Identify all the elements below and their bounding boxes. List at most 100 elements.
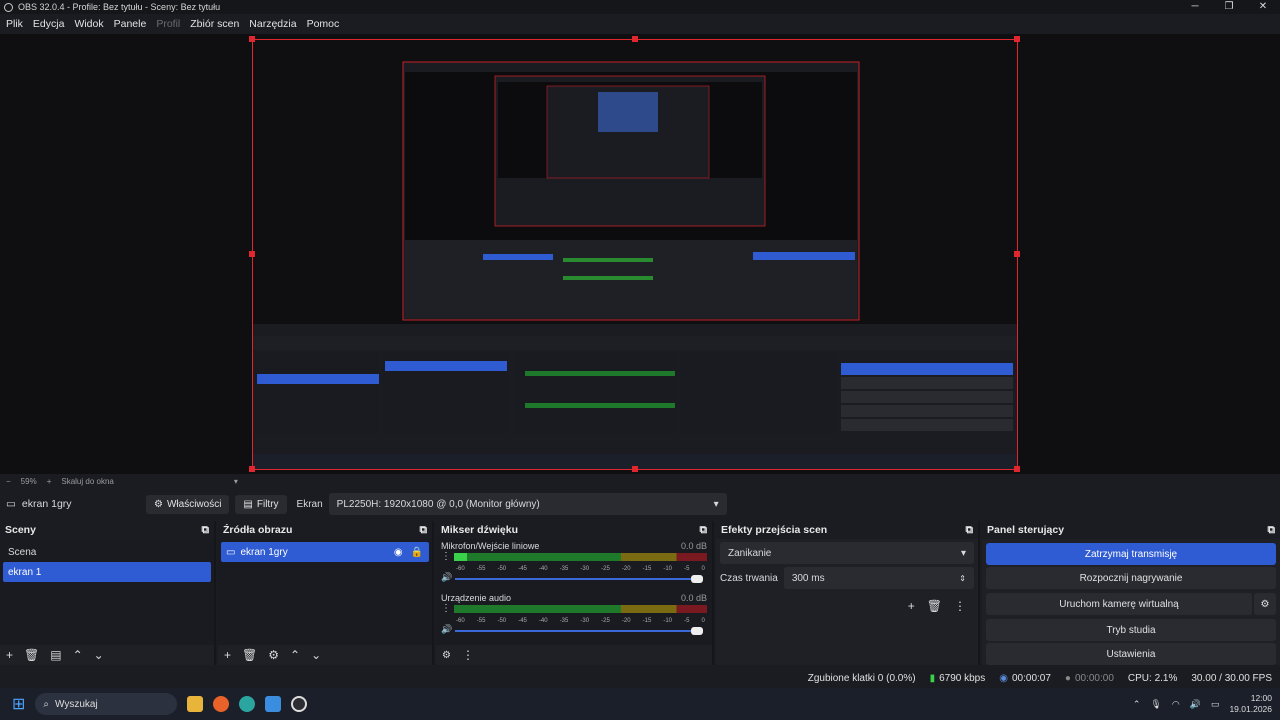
transitions-header: Efekty przejścia scen ⧉ (716, 521, 978, 539)
volume-slider-knob[interactable] (691, 575, 703, 583)
windows-start-icon[interactable]: ⊞ (12, 694, 25, 714)
zoom-in-button[interactable]: + (47, 477, 52, 486)
speaker-icon[interactable]: 🔊 (441, 572, 452, 583)
volume-slider-track (455, 630, 697, 632)
start-virtual-camera-button[interactable]: Uruchom kamerę wirtualną (986, 593, 1252, 615)
speaker-icon[interactable]: 🔊 (1190, 699, 1201, 710)
undock-icon[interactable]: ⧉ (420, 524, 428, 537)
resize-handle-tl[interactable] (249, 36, 255, 42)
lock-icon[interactable]: 🔒 (411, 547, 423, 558)
volume-slider[interactable]: 🔊 (441, 624, 707, 635)
duration-label: Czas trwania (720, 572, 778, 584)
add-icon[interactable]: + (6, 648, 13, 662)
trash-icon[interactable]: 🗑 (24, 648, 39, 662)
source-item[interactable]: ▭ ekran 1gry ◉ 🔒 (221, 542, 429, 562)
scale-to-window-select[interactable]: Skaluj do okna (61, 477, 113, 486)
gear-icon[interactable]: ⚙ (268, 648, 279, 662)
add-icon[interactable]: + (908, 599, 915, 613)
meter-tick-label: -35 (559, 618, 569, 624)
menu-panele[interactable]: Panele (114, 18, 147, 30)
volume-meter-bar (454, 553, 707, 561)
arrow-up-icon[interactable]: ⌃ (290, 648, 300, 662)
resize-handle-left[interactable] (249, 251, 255, 257)
add-icon[interactable]: + (224, 648, 231, 662)
kebab-menu-icon[interactable]: ⋮ (462, 648, 474, 662)
screen-select[interactable]: PL2250H: 1920x1080 @ 0,0 (Monitor główny… (328, 493, 727, 515)
chevron-down-icon[interactable]: ▾ (234, 477, 238, 486)
scenes-toolbar: + 🗑 ▤ ⌃ ⌄ (0, 645, 214, 665)
wifi-icon[interactable]: ◠ (1172, 699, 1180, 710)
filters-label: Filtry (256, 498, 279, 510)
resize-handle-top[interactable] (632, 36, 638, 42)
kebab-menu-icon[interactable]: ⋮ (441, 551, 451, 562)
edge-icon[interactable] (239, 696, 256, 712)
settings-button[interactable]: Ustawienia (986, 643, 1276, 665)
zoom-out-button[interactable]: − (6, 477, 11, 486)
stop-stream-button[interactable]: Zatrzymaj transmisję (986, 543, 1276, 565)
transitions-dock: Efekty przejścia scen ⧉ Zanikanie ▾ Czas… (716, 521, 980, 665)
resize-handle-bl[interactable] (249, 466, 255, 472)
undock-icon[interactable]: ⧉ (700, 524, 708, 537)
meter-tick-label: -10 (663, 618, 673, 624)
properties-button[interactable]: ⚙ Właściwości (146, 494, 230, 514)
arrow-down-icon[interactable]: ⌄ (311, 648, 321, 662)
menu-pomoc[interactable]: Pomoc (307, 18, 340, 30)
undock-icon[interactable]: ⧉ (1268, 524, 1276, 537)
studio-mode-button[interactable]: Tryb studia (986, 619, 1276, 641)
speaker-icon[interactable]: 🔊 (441, 624, 452, 635)
transitions-title: Efekty przejścia scen (721, 524, 828, 536)
kebab-menu-icon[interactable]: ⋮ (954, 599, 966, 613)
arrow-down-icon[interactable]: ⌄ (94, 648, 104, 662)
microphone-icon[interactable]: 🎙 (1150, 699, 1161, 710)
scene-item-selected[interactable]: ekran 1 (3, 562, 211, 582)
minimize-button[interactable]: ─ (1178, 0, 1212, 14)
scene-item[interactable]: Scena (3, 542, 211, 562)
filters-button[interactable]: ▤ Filtry (235, 494, 287, 514)
channel-db: 0.0 dB (680, 593, 707, 603)
controls-dock: Panel sterujący ⧉ Zatrzymaj transmisję R… (982, 521, 1280, 665)
meter-tick-label: -35 (559, 566, 569, 572)
clock[interactable]: 12:00 19.01.2026 (1229, 693, 1272, 715)
firefox-icon[interactable] (213, 696, 230, 712)
trash-icon[interactable]: 🗑 (927, 599, 942, 613)
chevron-up-icon[interactable]: ⌃ (1133, 699, 1141, 710)
menu-narzedzia[interactable]: Narzędzia (249, 18, 296, 30)
chevron-down-icon: ▾ (713, 498, 719, 510)
transition-type-select[interactable]: Zanikanie ▾ (720, 542, 974, 564)
start-recording-button[interactable]: Rozpocznij nagrywanie (986, 567, 1276, 589)
menu-zbior-scen[interactable]: Zbiór scen (190, 18, 239, 30)
advanced-audio-icon[interactable]: ⚙ (442, 650, 451, 661)
meter-tick-label: -5 (684, 566, 690, 572)
trash-icon[interactable]: 🗑 (242, 648, 257, 662)
menu-plik[interactable]: Plik (6, 18, 23, 30)
duration-spinbox[interactable]: 300 ms ⇕ (783, 567, 974, 589)
menu-widok[interactable]: Widok (74, 18, 103, 30)
kebab-menu-icon[interactable]: ⋮ (441, 603, 451, 614)
spin-arrows-icon[interactable]: ⇕ (959, 574, 966, 583)
menu-profil[interactable]: Profil (156, 18, 180, 30)
source-toolbar: ▭ ekran 1gry ⚙ Właściwości ▤ Filtry Ekra… (0, 491, 1280, 517)
captured-screen-source[interactable] (253, 40, 1017, 469)
volume-slider-knob[interactable] (691, 627, 703, 635)
meter-tick-label: -40 (538, 566, 548, 572)
file-explorer-icon[interactable] (187, 696, 204, 712)
eye-icon[interactable]: ◉ (394, 547, 403, 558)
resize-handle-right[interactable] (1014, 251, 1020, 257)
undock-icon[interactable]: ⧉ (966, 524, 974, 537)
volume-slider[interactable]: 🔊 (441, 572, 707, 583)
obs-taskbar-icon[interactable] (291, 696, 308, 712)
menu-edycja[interactable]: Edycja (33, 18, 65, 30)
arrow-up-icon[interactable]: ⌃ (73, 648, 83, 662)
app-icon[interactable] (265, 696, 282, 712)
filter-icon[interactable]: ▤ (50, 648, 61, 662)
close-button[interactable]: ✕ (1246, 0, 1280, 14)
maximize-button[interactable]: ❐ (1212, 0, 1246, 14)
undock-icon[interactable]: ⧉ (202, 524, 210, 537)
resize-handle-bottom[interactable] (632, 466, 638, 472)
battery-icon[interactable]: ▭ (1211, 699, 1220, 710)
resize-handle-tr[interactable] (1014, 36, 1020, 42)
signal-bars-icon: ▮ (929, 672, 936, 684)
resize-handle-br[interactable] (1014, 466, 1020, 472)
gear-icon[interactable]: ⚙ (1254, 593, 1276, 615)
taskbar-search[interactable]: ⌕ Wyszukaj (35, 693, 178, 715)
